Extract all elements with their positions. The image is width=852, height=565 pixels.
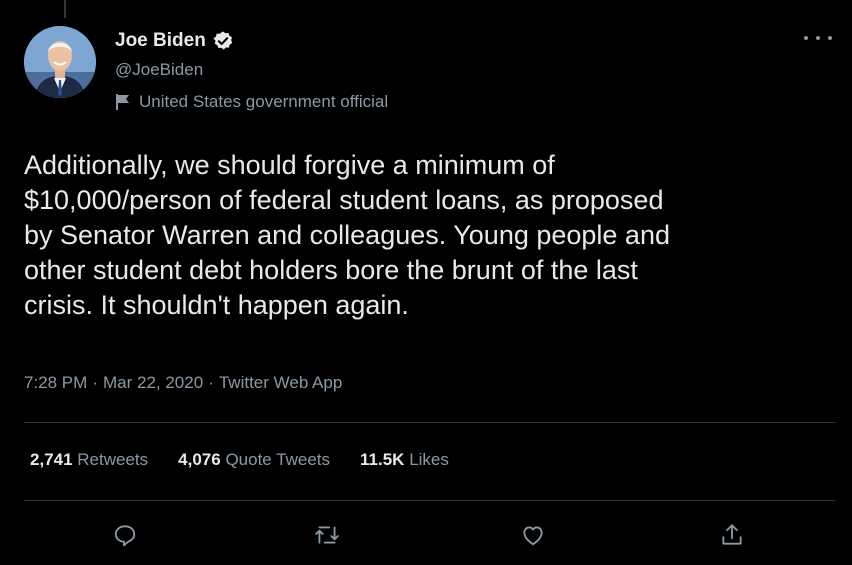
quote-tweets-count: 4,076 <box>178 450 221 469</box>
author-display-name[interactable]: Joe Biden <box>115 30 206 52</box>
share-button[interactable] <box>712 515 752 555</box>
heart-icon <box>523 526 543 546</box>
like-button[interactable] <box>513 515 553 555</box>
retweet-icon <box>315 526 339 544</box>
more-options-button[interactable] <box>804 28 832 48</box>
meta-separator: · <box>208 373 214 392</box>
tweet-text: Additionally, we should forgive a minimu… <box>24 150 670 320</box>
tweet-actions <box>0 515 852 555</box>
verified-badge-icon <box>212 30 234 52</box>
divider <box>24 422 836 423</box>
likes-stat[interactable]: 11.5K Likes <box>360 450 449 470</box>
retweet-button[interactable] <box>307 515 347 555</box>
share-icon <box>722 524 742 545</box>
retweets-count: 2,741 <box>30 450 73 469</box>
thread-line <box>64 0 66 18</box>
tweet-card: Joe Biden @JoeBiden United States govern… <box>0 0 852 565</box>
quote-tweets-stat[interactable]: 4,076 Quote Tweets <box>178 450 330 470</box>
tweet-time[interactable]: 7:28 PM <box>24 373 87 392</box>
tweet-date[interactable]: Mar 22, 2020 <box>103 373 203 392</box>
reply-icon <box>114 525 136 547</box>
divider <box>24 500 836 501</box>
avatar[interactable] <box>24 26 96 98</box>
government-label[interactable]: United States government official <box>115 92 388 112</box>
tweet-meta: 7:28 PM · Mar 22, 2020 · Twitter Web App <box>24 373 342 393</box>
government-label-text: United States government official <box>139 92 389 111</box>
tweet-stats: 2,741 Retweets 4,076 Quote Tweets 11.5K … <box>30 450 449 470</box>
retweets-stat[interactable]: 2,741 Retweets <box>30 450 148 470</box>
retweets-label: Retweets <box>77 450 149 469</box>
author-handle[interactable]: @JoeBiden <box>115 60 203 80</box>
more-icon <box>804 36 808 40</box>
tweet-source[interactable]: Twitter Web App <box>219 373 342 392</box>
quote-tweets-label: Quote Tweets <box>225 450 331 469</box>
meta-separator: · <box>92 373 98 392</box>
likes-count: 11.5K <box>360 450 405 469</box>
reply-button[interactable] <box>105 515 145 555</box>
flag-icon <box>115 93 131 111</box>
likes-label: Likes <box>409 450 449 469</box>
author-name-row[interactable]: Joe Biden <box>115 30 234 52</box>
